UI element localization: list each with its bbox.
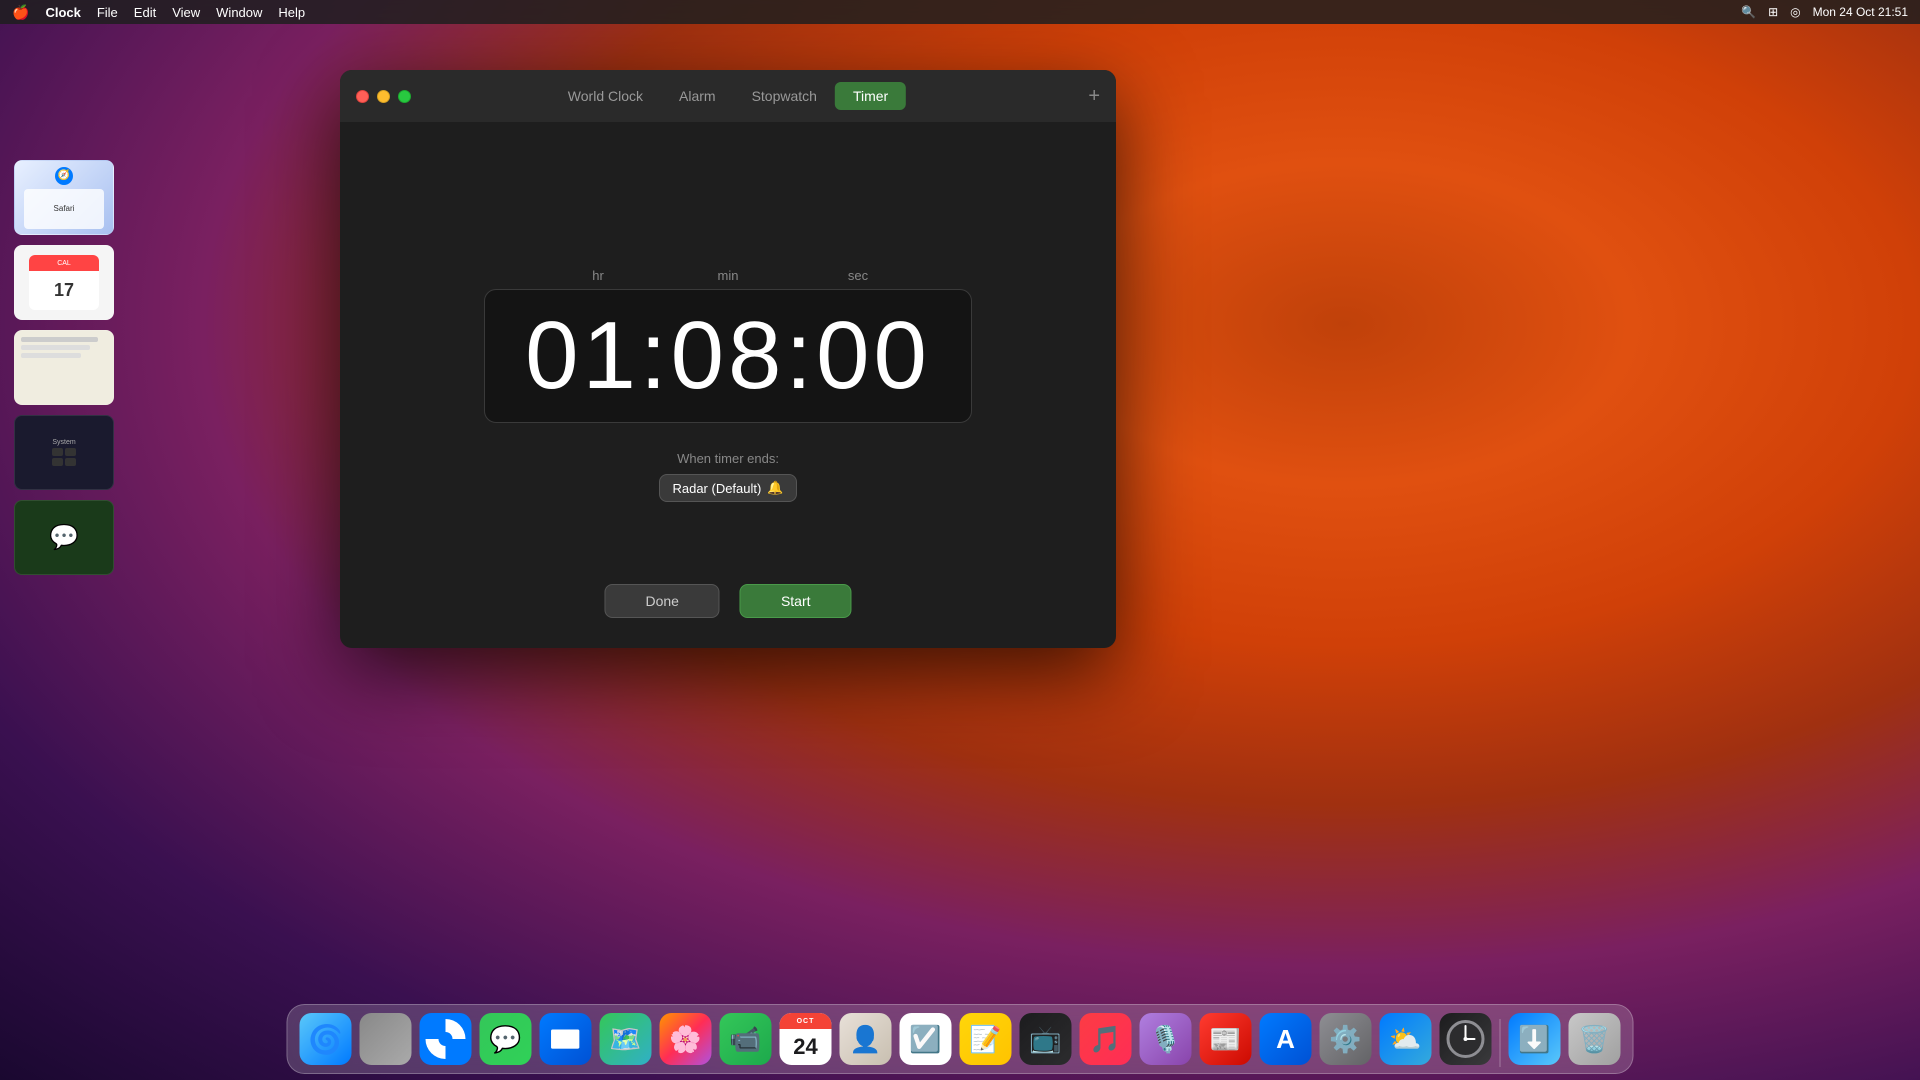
menu-help[interactable]: Help	[278, 5, 305, 20]
dock-item-reminders[interactable]: ☑️	[898, 1011, 954, 1067]
search-icon[interactable]: 🔍	[1741, 5, 1756, 19]
tab-stopwatch[interactable]: Stopwatch	[734, 82, 835, 110]
maximize-button[interactable]	[398, 90, 411, 103]
siri-icon[interactable]: ◎	[1790, 5, 1800, 19]
timer-content: hr min sec 01:08:00 When timer ends: Rad…	[340, 122, 1116, 648]
when-timer-label: When timer ends:	[659, 451, 796, 466]
dock-item-safari[interactable]	[418, 1011, 474, 1067]
dock-item-launchpad[interactable]	[358, 1011, 414, 1067]
menu-file[interactable]: File	[97, 5, 118, 20]
thumbnail-messages[interactable]: 💬	[14, 500, 114, 575]
tab-world-clock[interactable]: World Clock	[550, 82, 661, 110]
alarm-selector[interactable]: Radar (Default) 🔔	[659, 474, 796, 502]
alarm-name: Radar (Default)	[672, 481, 761, 496]
dock-item-calendar[interactable]: OCT 24	[778, 1011, 834, 1067]
add-button[interactable]: +	[1088, 86, 1100, 106]
traffic-lights	[356, 90, 411, 103]
dock-item-messages[interactable]: 💬	[478, 1011, 534, 1067]
menu-window[interactable]: Window	[216, 5, 262, 20]
sec-label: sec	[793, 268, 923, 283]
dock-item-podcasts[interactable]: 🎙️	[1138, 1011, 1194, 1067]
dock-item-clock[interactable]	[1438, 1011, 1494, 1067]
sidebar-thumbnails: 🧭 Safari CAL 17 System	[14, 160, 114, 575]
datetime-display: Mon 24 Oct 21:51	[1813, 5, 1908, 19]
menubar: 🍎 Clock File Edit View Window Help 🔍 ⊞ ◎…	[0, 0, 1920, 24]
window-buttons: Done Start	[604, 584, 851, 618]
when-timer-ends: When timer ends: Radar (Default) 🔔	[659, 451, 796, 502]
start-button[interactable]: Start	[740, 584, 852, 618]
dock-item-facetime[interactable]: 📹	[718, 1011, 774, 1067]
dock-item-photos[interactable]: 🌸	[658, 1011, 714, 1067]
close-button[interactable]	[356, 90, 369, 103]
thumbnail-note[interactable]	[14, 330, 114, 405]
dock-item-finder[interactable]: 🌀	[298, 1011, 354, 1067]
desktop: 🍎 Clock File Edit View Window Help 🔍 ⊞ ◎…	[0, 0, 1920, 1080]
dock-separator	[1500, 1019, 1501, 1067]
timer-display-wrapper[interactable]: 01:08:00	[484, 289, 972, 423]
dock-item-tv[interactable]: 📺	[1018, 1011, 1074, 1067]
menu-edit[interactable]: Edit	[134, 5, 156, 20]
apple-menu[interactable]: 🍎	[12, 4, 29, 21]
dock-item-sysprefs[interactable]: ⚙️	[1318, 1011, 1374, 1067]
alarm-emoji: 🔔	[767, 480, 783, 496]
dock: 🌀	[287, 1004, 1634, 1074]
dock-item-music[interactable]: 🎵	[1078, 1011, 1134, 1067]
clock-window: World Clock Alarm Stopwatch Timer + hr m…	[340, 70, 1116, 648]
thumbnail-dark[interactable]: System	[14, 415, 114, 490]
minimize-button[interactable]	[377, 90, 390, 103]
dock-item-appstore[interactable]: A	[1258, 1011, 1314, 1067]
menu-view[interactable]: View	[172, 5, 200, 20]
dock-item-trash[interactable]: 🗑️	[1567, 1011, 1623, 1067]
tab-alarm[interactable]: Alarm	[661, 82, 734, 110]
thumbnail-calendar[interactable]: CAL 17	[14, 245, 114, 320]
dock-item-news[interactable]: 📰	[1198, 1011, 1254, 1067]
timer-display[interactable]: 01:08:00	[525, 308, 931, 404]
app-name[interactable]: Clock	[45, 5, 80, 20]
controlcenter-icon[interactable]: ⊞	[1768, 5, 1778, 19]
dock-item-mail[interactable]: ✉️	[538, 1011, 594, 1067]
window-tabs: World Clock Alarm Stopwatch Timer	[550, 82, 906, 110]
tab-timer[interactable]: Timer	[835, 82, 906, 110]
window-titlebar: World Clock Alarm Stopwatch Timer +	[340, 70, 1116, 122]
dock-item-maps[interactable]: 🗺️	[598, 1011, 654, 1067]
min-label: min	[663, 268, 793, 283]
dock-item-weather[interactable]: ⛅	[1378, 1011, 1434, 1067]
dock-item-airdrop[interactable]: ⬇️	[1507, 1011, 1563, 1067]
time-labels: hr min sec	[533, 268, 923, 283]
done-button[interactable]: Done	[604, 584, 719, 618]
dock-item-contacts[interactable]: 👤	[838, 1011, 894, 1067]
thumbnail-safari[interactable]: 🧭 Safari	[14, 160, 114, 235]
dock-item-notes[interactable]: 📝	[958, 1011, 1014, 1067]
hr-label: hr	[533, 268, 663, 283]
